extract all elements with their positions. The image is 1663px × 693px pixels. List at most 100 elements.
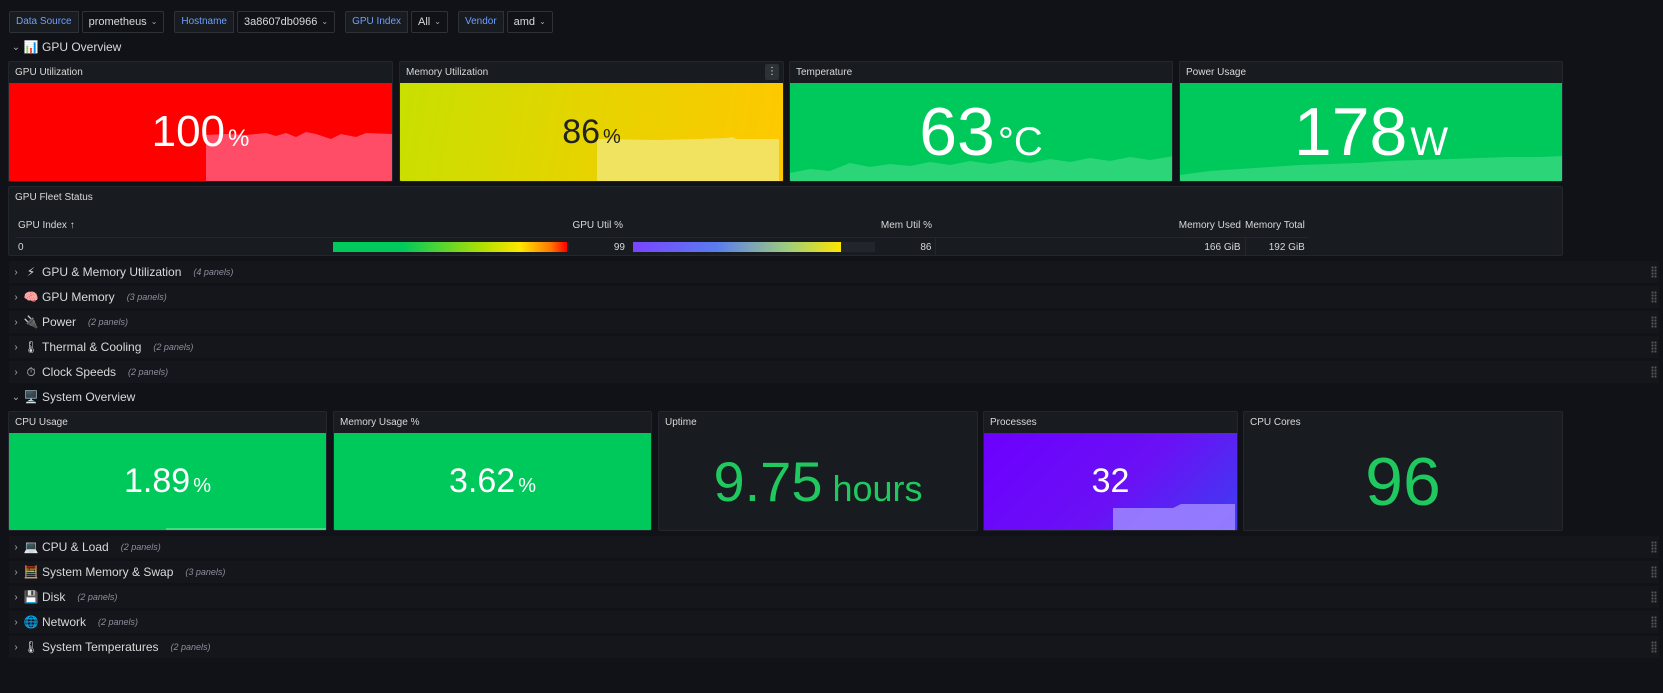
fleet-table: GPU Index ↑ GPU Util % Mem Util % Memory… [15,215,1308,255]
row-gpu-memory[interactable]: › 🧠 GPU Memory (3 panels) [9,286,1659,308]
drag-handle-icon[interactable] [1651,366,1657,378]
stat-value-container: 63 °C [919,93,1043,171]
stat-value-container: 1.89 % [124,462,211,501]
cell-gpu-index: 0 [18,241,24,253]
row-title: Disk [42,590,66,604]
vendor-value: amd [513,16,536,28]
table-row[interactable]: 0 99 86 166 GiB 192 GiB [15,237,1308,255]
row-title: Clock Speeds [42,365,117,379]
row-system-memory-swap[interactable]: › 🧮 System Memory & Swap (3 panels) [9,561,1659,583]
row-gpu-memory-utilization[interactable]: › ⚡ GPU & Memory Utilization (4 panels) [9,261,1659,283]
column-label: GPU Index [18,220,67,232]
row-title: System Overview [42,390,136,404]
gpu-index-value: All [418,16,431,28]
drag-handle-icon[interactable] [1651,566,1657,578]
column-header-mem-util[interactable]: Mem Util % [625,215,935,238]
row-system-temperatures[interactable]: › 🌡 System Temperatures (2 panels) [9,636,1659,658]
row-gpu-overview[interactable]: ⌄ 📊 GPU Overview [9,36,1659,58]
row-title: Power [42,315,77,329]
stat-unit: % [603,125,621,148]
panel-title: Memory Usage % [340,417,420,428]
stat-background: 178 W [1180,83,1562,181]
row-network[interactable]: › 🌐 Network (2 panels) [9,611,1659,633]
row-title: GPU Overview [42,40,122,54]
chevron-right-icon: › [14,641,18,653]
cell-gpu-util: 99 [315,237,625,255]
panel-memory-usage[interactable]: Memory Usage % 3.62 % [333,411,652,531]
gpu-util-value: 99 [613,241,625,253]
row-thermal-cooling[interactable]: › 🌡 Thermal & Cooling (2 panels) [9,336,1659,358]
chevron-down-icon: ⌄ [150,17,158,26]
panel-count: (2 panels) [153,342,194,352]
panel-title: Memory Utilization [406,67,489,78]
stat-value-container: 96 [1365,443,1441,521]
column-header-memory-total[interactable]: Memory Total [1245,215,1308,238]
panel-memory-utilization[interactable]: Memory Utilization ⋮ 86 % [399,61,784,182]
drag-handle-icon[interactable] [1651,266,1657,278]
row-title: System Memory & Swap [42,565,174,579]
panel-count: (2 panels) [128,367,169,377]
floppy-disk-icon: 💾 [23,590,39,604]
thermometer-icon: 🌡 [23,340,39,354]
panel-title: Uptime [665,417,697,428]
row-power[interactable]: › 🔌 Power (2 panels) [9,311,1659,333]
sort-ascending-icon: ↑ [69,220,75,232]
stat-unit: W [1410,120,1449,164]
column-header-gpu-index[interactable]: GPU Index ↑ [15,215,315,238]
chevron-right-icon: › [14,566,18,578]
panel-count: (2 panels) [120,542,161,552]
column-header-gpu-util[interactable]: GPU Util % [315,215,625,238]
stat-value-container: 3.62 % [449,462,536,501]
cell-mem-util: 86 [625,237,935,255]
drag-handle-icon[interactable] [1651,616,1657,628]
chevron-down-icon: ⌄ [11,41,21,53]
panel-menu-icon[interactable]: ⋮ [765,64,779,80]
panel-title: Temperature [796,67,853,78]
row-disk[interactable]: › 💾 Disk (2 panels) [9,586,1659,608]
stat-value-container: 9.75 hours [713,449,922,514]
drag-handle-icon[interactable] [1651,591,1657,603]
row-clock-speeds[interactable]: › ⏱ Clock Speeds (2 panels) [9,361,1659,383]
row-system-overview[interactable]: ⌄ 🖥️ System Overview [9,386,1659,408]
drag-handle-icon[interactable] [1651,541,1657,553]
cell-memory-total: 192 GiB [1244,237,1308,255]
stat-value: 96 [1365,443,1441,520]
column-header-memory-used[interactable]: Memory Used [935,215,1245,238]
panel-processes[interactable]: Processes 32 [983,411,1238,531]
panel-uptime[interactable]: Uptime 9.75 hours [658,411,978,531]
stat-value: 86 [562,112,601,151]
panel-cpu-usage[interactable]: CPU Usage 1.89 % [8,411,327,531]
panel-title: GPU Utilization [15,67,83,78]
panel-power-usage[interactable]: Power Usage 178 W [1179,61,1563,182]
vendor-select[interactable]: amd ⌄ [506,11,553,33]
drag-handle-icon[interactable] [1651,291,1657,303]
desktop-icon: 🖥️ [23,390,39,404]
chevron-right-icon: › [14,541,18,553]
row-title: Network [42,615,87,629]
drag-handle-icon[interactable] [1651,341,1657,353]
datasource-select[interactable]: prometheus ⌄ [81,11,165,33]
row-cpu-load[interactable]: › 💻 CPU & Load (2 panels) [9,536,1659,558]
hostname-select[interactable]: 3a8607db0966 ⌄ [236,11,336,33]
drag-handle-icon[interactable] [1651,316,1657,328]
panel-gpu-fleet-status[interactable]: GPU Fleet Status GPU Index ↑ GPU Util % … [8,186,1563,256]
row-title: System Temperatures [42,640,159,654]
chart-icon: 📊 [23,40,39,54]
stat-value: 100 [151,107,226,156]
stat-background: 1.89 % [9,433,326,530]
mem-util-gauge-fill [633,242,841,253]
panel-cpu-cores[interactable]: CPU Cores 96 [1243,411,1563,531]
var-label-datasource: Data Source [9,11,79,33]
stat-value-container: 100 % [152,107,250,157]
gpu-index-select[interactable]: All ⌄ [411,11,448,33]
panel-count: (2 panels) [88,317,129,327]
chevron-right-icon: › [14,316,18,328]
panel-gpu-utilization[interactable]: GPU Utilization 100 % [8,61,393,182]
drag-handle-icon[interactable] [1651,641,1657,653]
chevron-down-icon: ⌄ [321,17,329,26]
cell-memory-used: 166 GiB [934,237,1245,255]
panel-temperature[interactable]: Temperature 63 °C [789,61,1173,182]
chevron-right-icon: › [14,291,18,303]
stat-value: 63 [919,94,995,170]
stat-background: 96 [1244,433,1562,530]
